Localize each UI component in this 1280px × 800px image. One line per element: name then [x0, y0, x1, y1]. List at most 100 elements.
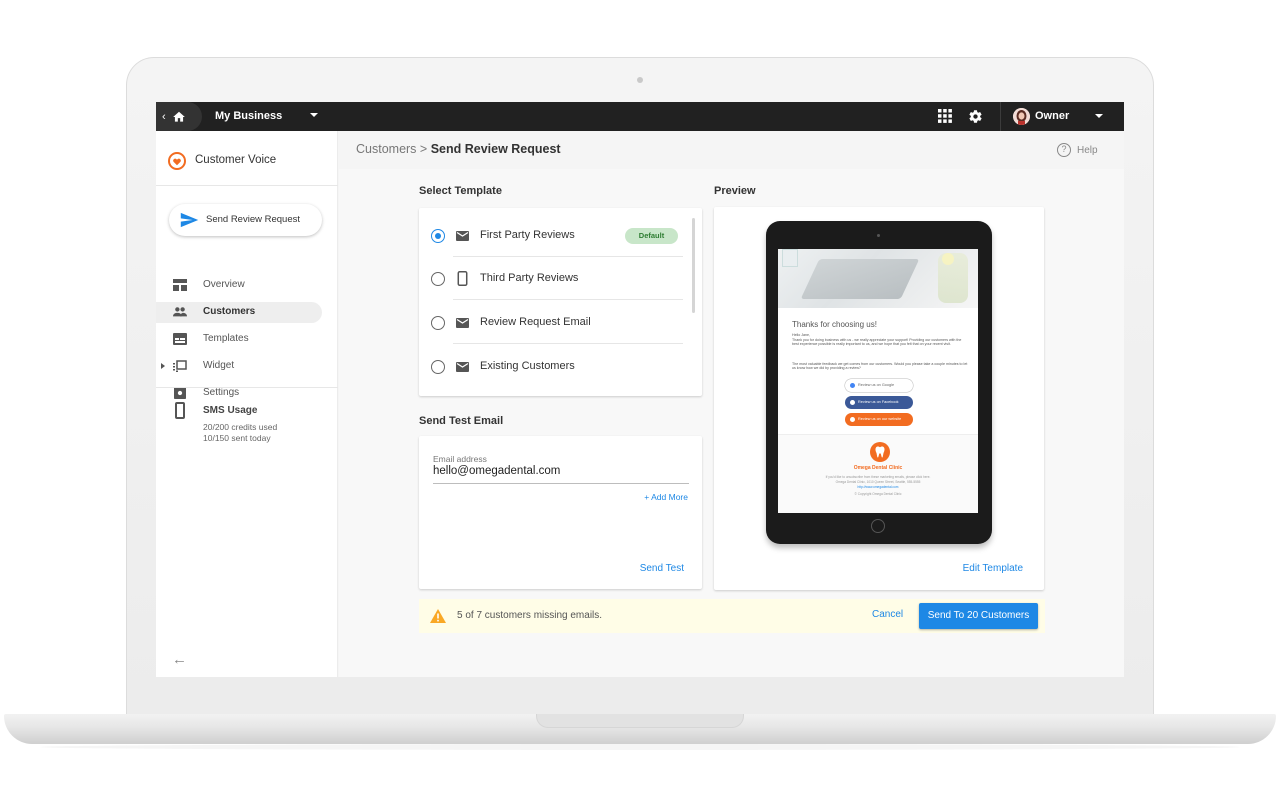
customer-voice-logo-icon — [168, 152, 186, 170]
breadcrumb-separator: > — [416, 142, 431, 156]
email-greeting: Hello Jane, — [792, 333, 810, 337]
email-field[interactable]: hello@omegadental.com — [433, 465, 560, 477]
template-label: Existing Customers — [480, 360, 575, 372]
email-fine-print: If you'd like to unsubscribe from these … — [825, 475, 931, 479]
laptop-notch — [536, 714, 744, 728]
settings-expand-icon[interactable] — [161, 363, 165, 369]
preview-card: Thanks for choosing us! Hello Jane, Than… — [714, 207, 1044, 590]
owner-menu-label[interactable]: Owner — [1035, 110, 1069, 122]
template-list: First Party Reviews Default Third Party … — [419, 208, 702, 396]
page-title: Send Review Request — [430, 142, 561, 156]
send-to-customers-button[interactable]: Send To 20 Customers — [919, 603, 1038, 629]
email-website-link: http://www.omegadental.com — [857, 485, 899, 489]
tablet-mockup: Thanks for choosing us! Hello Jane, Than… — [766, 221, 992, 544]
customers-icon — [173, 307, 187, 317]
sidebar: Customer Voice Send Review Request Overv… — [156, 131, 338, 677]
phone-icon — [175, 402, 185, 419]
review-google-button: Review us on Google — [845, 379, 913, 392]
sidebar-item-label: Widget — [203, 360, 235, 371]
sidebar-item-templates[interactable]: Templates — [168, 329, 321, 350]
review-facebook-button: Review us on Facebook — [845, 396, 913, 409]
template-option-first-party[interactable]: First Party Reviews Default — [419, 214, 684, 257]
email-fine-print: Omega Dental Clinic, 1010 Queen Street, … — [835, 480, 921, 484]
laptop-shadow — [40, 744, 1240, 750]
owner-dropdown-caret-icon[interactable] — [1095, 114, 1103, 118]
mail-icon — [456, 362, 469, 372]
edit-template-button[interactable]: Edit Template — [963, 563, 1023, 574]
email-footer: Omega Dental Clinic If you'd like to uns… — [778, 434, 978, 513]
template-option-third-party[interactable]: Third Party Reviews — [419, 257, 684, 300]
send-icon — [180, 212, 199, 228]
send-test-button[interactable]: Send Test — [640, 563, 684, 574]
missing-emails-alert: 5 of 7 customers missing emails. Cancel … — [419, 599, 1045, 633]
laptop-camera — [637, 77, 643, 83]
add-more-link[interactable]: + Add More — [644, 492, 688, 502]
email-body-paragraph: The most valuable feedback we get comes … — [792, 362, 968, 371]
preview-title: Preview — [714, 185, 756, 197]
template-radio[interactable] — [431, 316, 445, 330]
help-icon: ? — [1057, 143, 1071, 157]
sidebar-divider — [156, 185, 338, 186]
template-label: First Party Reviews — [480, 229, 575, 241]
sms-sent-today: 10/150 sent today — [203, 433, 271, 443]
template-list-scrollbar[interactable] — [692, 218, 695, 313]
apps-grid-icon[interactable] — [938, 109, 952, 123]
top-bar: ‹ My Business Owner — [156, 102, 1124, 131]
email-hero-image — [778, 249, 978, 308]
send-review-request-label: Send Review Request — [206, 214, 300, 225]
email-body-paragraph: Thank you for doing business with us - w… — [792, 338, 962, 347]
warning-icon — [430, 609, 446, 623]
template-radio[interactable] — [431, 229, 445, 243]
sidebar-item-widget[interactable]: Widget — [168, 356, 321, 377]
sms-usage-title: SMS Usage — [203, 405, 258, 416]
gear-icon[interactable] — [968, 109, 983, 124]
help-button[interactable]: ? Help — [1057, 143, 1098, 157]
template-option-review-request-email[interactable]: Review Request Email — [419, 301, 684, 344]
tablet-camera — [877, 234, 880, 237]
template-radio[interactable] — [431, 272, 445, 286]
tooth-logo-icon — [870, 442, 890, 462]
settings-icon — [174, 387, 186, 399]
widget-icon — [173, 360, 187, 372]
email-thanks-heading: Thanks for choosing us! — [792, 320, 877, 329]
cancel-button[interactable]: Cancel — [872, 609, 903, 620]
avatar[interactable] — [1013, 108, 1030, 125]
help-label: Help — [1077, 144, 1098, 156]
app-screen: ‹ My Business Owner Customer Voice Send … — [156, 102, 1124, 677]
row-divider — [453, 343, 683, 344]
row-divider — [453, 299, 683, 300]
test-email-card: Email address hello@omegadental.com + Ad… — [419, 436, 702, 589]
app-name: Customer Voice — [195, 154, 277, 166]
select-template-title: Select Template — [419, 185, 502, 197]
business-dropdown-caret-icon[interactable] — [310, 113, 318, 117]
sms-credits-used: 20/200 credits used — [203, 422, 278, 432]
breadcrumb-parent[interactable]: Customers — [356, 142, 416, 156]
tablet-home-button — [871, 519, 885, 533]
collapse-sidebar-arrow-icon[interactable]: ← — [172, 651, 187, 668]
email-address-label: Email address — [433, 454, 487, 464]
sidebar-item-label: Customers — [203, 306, 256, 317]
business-selector-label[interactable]: My Business — [215, 110, 282, 122]
templates-icon — [173, 333, 187, 345]
topbar-divider — [1000, 102, 1001, 131]
sidebar-item-label: Templates — [203, 333, 249, 344]
chevron-left-icon: ‹ — [162, 110, 166, 123]
email-field-underline — [433, 483, 689, 484]
send-review-request-button[interactable]: Send Review Request — [169, 204, 322, 236]
sidebar-divider — [156, 387, 338, 388]
home-back-button[interactable]: ‹ — [156, 102, 202, 131]
template-option-existing-customers[interactable]: Existing Customers — [419, 345, 684, 388]
phone-icon — [457, 271, 468, 286]
email-copyright: © Copyright Omega Dental Clinic — [854, 492, 902, 496]
mail-icon — [456, 318, 469, 328]
review-website-button: Review us on our website — [845, 413, 913, 426]
template-radio[interactable] — [431, 360, 445, 374]
breadcrumb: Customers > Send Review Request — [356, 142, 561, 156]
sidebar-item-customers[interactable]: Customers — [156, 302, 322, 323]
sidebar-item-label: Overview — [203, 279, 245, 290]
sidebar-item-overview[interactable]: Overview — [168, 275, 321, 296]
template-label: Third Party Reviews — [480, 272, 579, 284]
home-icon — [172, 111, 185, 122]
mail-icon — [456, 231, 469, 241]
overview-icon — [173, 279, 187, 291]
